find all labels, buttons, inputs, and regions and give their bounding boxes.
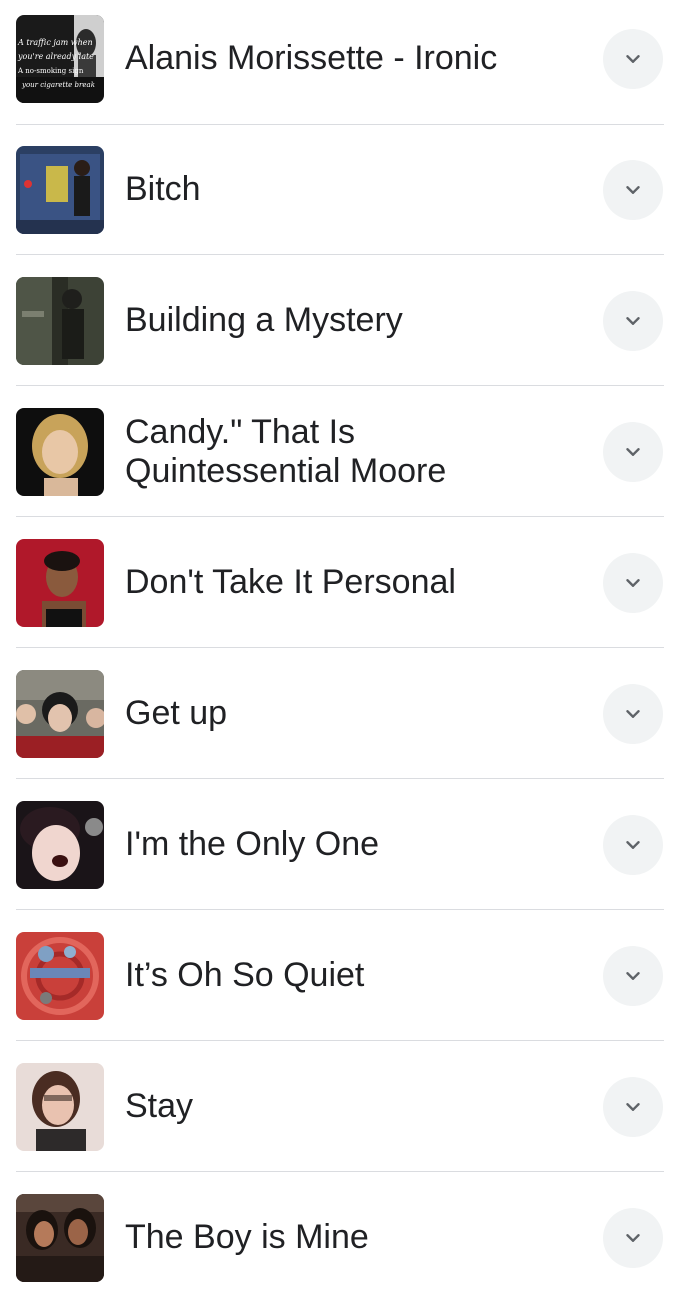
list-item[interactable]: I'm the Only One [0,779,690,910]
song-title: Building a Mystery [125,301,403,339]
thumb-text-line: your cigarette break [21,81,95,89]
chevron-down-icon [626,1102,640,1111]
chevron-down-icon [626,185,640,194]
list-item[interactable]: Building a Mystery [0,255,690,386]
chevron-down-icon [626,709,640,718]
song-title: Get up [125,694,228,732]
its-oh-so-quiet-thumbnail [16,931,104,1020]
expand-button[interactable] [603,945,663,1006]
song-title: Candy." That Is Quintessential Moore [125,412,447,490]
song-title: I'm the Only One [125,825,380,863]
song-title: The Boy is Mine [125,1218,369,1256]
dont-take-it-personal-thumbnail [16,538,104,627]
im-the-only-one-thumbnail [16,800,104,889]
alanis-ironic-thumbnail: A traffic jam when you're already late A… [16,14,104,103]
song-title: Alanis Morissette - Ironic [125,39,498,77]
expand-button[interactable] [603,28,663,89]
bitch-thumbnail [16,145,104,234]
song-title: Bitch [125,170,201,208]
chevron-down-icon [626,316,640,325]
list-item[interactable]: Stay [0,1041,690,1172]
chevron-down-icon [626,1233,640,1242]
chevron-down-icon [626,971,640,980]
thumb-text-line: A no-smoking sign [17,67,84,75]
chevron-down-icon [626,578,640,587]
expand-button[interactable] [603,814,663,875]
building-a-mystery-thumbnail [16,276,104,365]
expand-button[interactable] [603,683,663,744]
list-item[interactable]: Get up [0,648,690,779]
expand-button[interactable] [603,290,663,351]
expand-button[interactable] [603,1076,663,1137]
list-item[interactable]: A traffic jam when you're already late A… [0,0,690,124]
get-up-thumbnail [16,669,104,758]
thumb-text-line: A traffic jam when [17,38,93,47]
chevron-down-icon [626,54,640,63]
expand-button[interactable] [603,159,663,220]
expand-button[interactable] [603,421,663,482]
chevron-down-icon [626,840,640,849]
list-item[interactable]: It’s Oh So Quiet [0,910,690,1041]
stay-thumbnail [16,1062,104,1151]
list-item[interactable]: Don't Take It Personal [0,517,690,648]
song-title: Stay [125,1087,194,1125]
candy-thumbnail [16,407,104,496]
song-title: It’s Oh So Quiet [125,956,365,994]
list-item[interactable]: Candy." That Is Quintessential Moore [0,386,690,517]
the-boy-is-mine-thumbnail [16,1193,104,1282]
list-item[interactable]: Bitch [0,124,690,255]
expand-button[interactable] [603,1207,663,1268]
song-list: A traffic jam when you're already late A… [0,0,690,1294]
expand-button[interactable] [603,552,663,613]
list-item[interactable]: The Boy is Mine [0,1172,690,1303]
thumb-text-line: you're already late [17,52,94,61]
song-title: Don't Take It Personal [125,563,456,601]
chevron-down-icon [626,447,640,456]
